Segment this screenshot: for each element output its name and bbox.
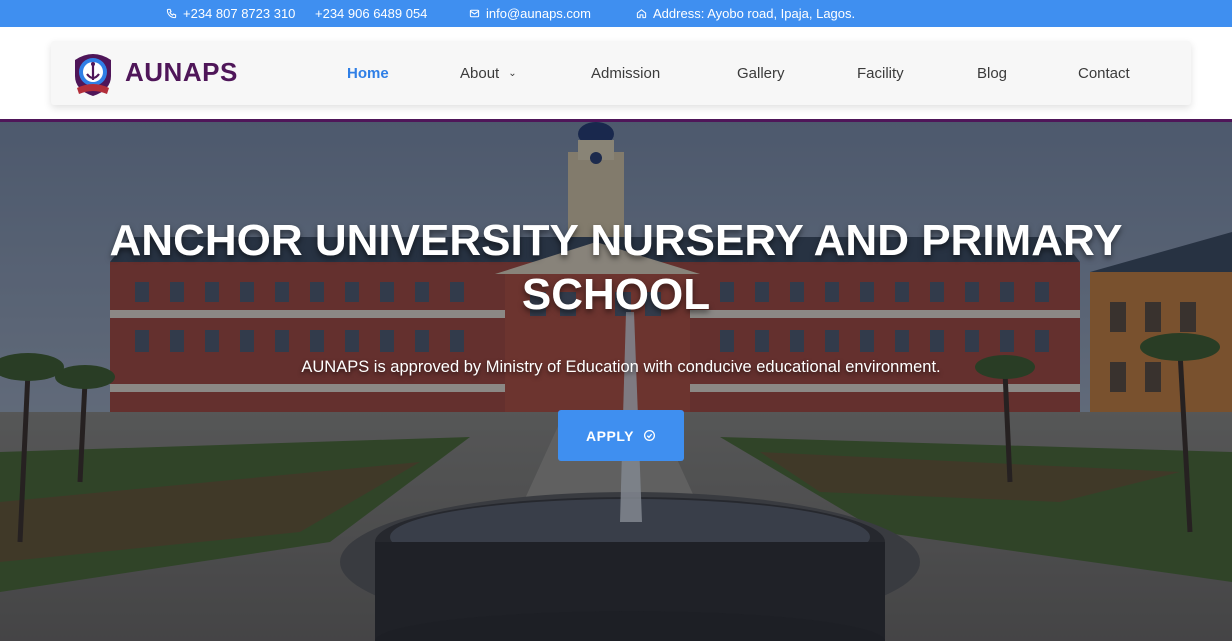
apply-button-label: APPLY <box>586 427 634 444</box>
nav-admission[interactable]: Admission <box>591 41 660 105</box>
site-header: AUNAPS Home About ⌄ Admission Gallery Fa… <box>0 27 1232 120</box>
phone-number-1[interactable]: +234 807 8723 310 <box>183 6 295 21</box>
home-icon <box>636 9 647 19</box>
check-circle-icon <box>643 429 655 442</box>
phone-icon <box>166 8 177 19</box>
email-address[interactable]: info@aunaps.com <box>486 6 591 21</box>
hero-banner: ANCHOR UNIVERSITY NURSERY AND PRIMARY SC… <box>0 122 1232 641</box>
nav-gallery[interactable]: Gallery <box>737 41 785 105</box>
nav-facility[interactable]: Facility <box>857 41 904 105</box>
school-crest-logo[interactable] <box>69 50 117 98</box>
nav-contact[interactable]: Contact <box>1078 41 1130 105</box>
nav-about[interactable]: About ⌄ <box>460 41 517 105</box>
top-contact-bar: +234 807 8723 310 +234 906 6489 054 info… <box>0 0 1232 27</box>
nav-home[interactable]: Home <box>347 41 389 105</box>
phone-contact[interactable]: +234 807 8723 310 <box>166 0 295 27</box>
brand-name[interactable]: AUNAPS <box>125 57 238 88</box>
nav-blog[interactable]: Blog <box>977 41 1007 105</box>
address-text: Address: Ayobo road, Ipaja, Lagos. <box>653 6 856 21</box>
hero-dark-overlay <box>0 122 1232 641</box>
hero-title-line-2: SCHOOL <box>521 270 711 319</box>
navbar: AUNAPS Home About ⌄ Admission Gallery Fa… <box>51 41 1191 105</box>
envelope-icon <box>469 9 480 18</box>
address-info: Address: Ayobo road, Ipaja, Lagos. <box>636 0 855 27</box>
nav-about-label: About <box>460 64 500 82</box>
phone-number-2[interactable]: +234 906 6489 054 <box>315 0 427 27</box>
chevron-down-icon: ⌄ <box>508 68 517 79</box>
hero-title: ANCHOR UNIVERSITY NURSERY AND PRIMARY SC… <box>66 214 1166 322</box>
hero-subtitle: AUNAPS is approved by Ministry of Educat… <box>301 358 941 376</box>
hero-title-line-1: ANCHOR UNIVERSITY NURSERY AND PRIMARY <box>109 216 1123 265</box>
apply-button[interactable]: APPLY <box>558 410 684 461</box>
email-contact[interactable]: info@aunaps.com <box>469 0 591 27</box>
